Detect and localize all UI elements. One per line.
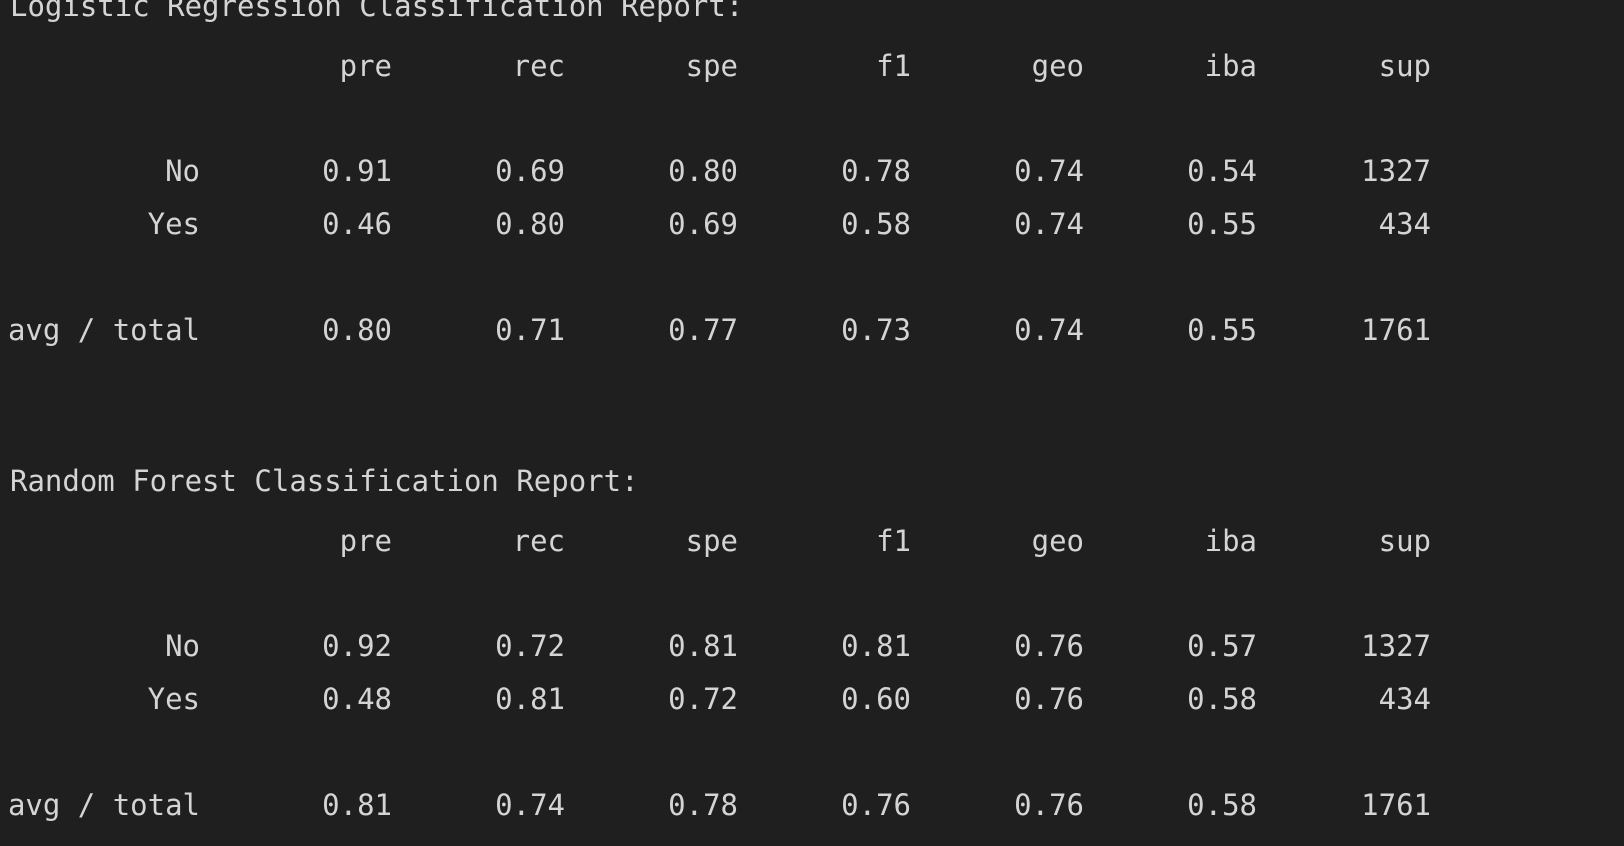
table-cell: 0.58 [1187,788,1257,822]
column-header-row: pre rec spe f1 geo iba sup [0,48,1624,84]
table-cell: 0.76 [841,788,911,822]
table-cell: 1327 [1361,629,1431,663]
table-cell: 0.81 [495,682,565,716]
column-header: f1 [876,49,911,83]
table-cell: 0.80 [495,207,565,241]
table-cell: 0.72 [668,682,738,716]
column-header: rec [512,49,565,83]
table-cell: 434 [1378,682,1431,716]
table-cell: 0.72 [495,629,565,663]
table-cell: 0.81 [322,788,392,822]
column-header: iba [1204,524,1257,558]
table-cell: 1327 [1361,154,1431,188]
table-cell: 0.58 [1187,682,1257,716]
table-row: avg / total 0.81 0.74 0.78 0.76 0.76 0.5… [0,787,1624,823]
column-header: pre [339,524,392,558]
table-row: No 0.91 0.69 0.80 0.78 0.74 0.54 1327 [0,153,1624,189]
table-cell: 434 [1378,207,1431,241]
column-header: spe [685,524,738,558]
table-cell: 0.54 [1187,154,1257,188]
table-cell: 0.73 [841,313,911,347]
table-cell: 0.76 [1014,682,1084,716]
table-cell: 0.74 [1014,154,1084,188]
report-title: Random Forest Classification Report: [10,464,639,498]
table-cell: 0.74 [495,788,565,822]
column-header: geo [1031,524,1084,558]
table-cell: 0.58 [841,207,911,241]
table-cell: 0.78 [841,154,911,188]
table-cell: 1761 [1361,788,1431,822]
column-header: sup [1378,524,1431,558]
table-row: Yes 0.48 0.81 0.72 0.60 0.76 0.58 434 [0,681,1624,717]
table-cell: 0.80 [322,313,392,347]
table-cell: 0.57 [1187,629,1257,663]
table-cell: 0.69 [495,154,565,188]
table-cell: 0.48 [322,682,392,716]
column-header: pre [339,49,392,83]
table-cell: 0.92 [322,629,392,663]
row-label: Yes [147,207,200,241]
column-header: rec [512,524,565,558]
table-cell: 0.78 [668,788,738,822]
column-header: spe [685,49,738,83]
table-cell: 0.74 [1014,207,1084,241]
row-label: No [165,629,200,663]
column-header-row: pre rec spe f1 geo iba sup [0,523,1624,559]
table-cell: 0.81 [668,629,738,663]
report-title: Logistic Regression Classification Repor… [10,0,744,23]
table-cell: 0.60 [841,682,911,716]
table-cell: 0.77 [668,313,738,347]
table-cell: 0.46 [322,207,392,241]
table-cell: 0.80 [668,154,738,188]
row-label: avg / total [7,313,200,347]
column-header: f1 [876,524,911,558]
column-header: iba [1204,49,1257,83]
table-cell: 0.91 [322,154,392,188]
row-label: No [165,154,200,188]
table-cell: 0.55 [1187,207,1257,241]
table-cell: 0.76 [1014,629,1084,663]
column-header: sup [1378,49,1431,83]
table-cell: 0.81 [841,629,911,663]
table-cell: 0.76 [1014,788,1084,822]
table-row: No 0.92 0.72 0.81 0.81 0.76 0.57 1327 [0,628,1624,664]
table-cell: 0.74 [1014,313,1084,347]
table-cell: 1761 [1361,313,1431,347]
column-header: geo [1031,49,1084,83]
table-row: avg / total 0.80 0.71 0.77 0.73 0.74 0.5… [0,312,1624,348]
table-cell: 0.69 [668,207,738,241]
table-cell: 0.71 [495,313,565,347]
table-row: Yes 0.46 0.80 0.69 0.58 0.74 0.55 434 [0,206,1624,242]
table-cell: 0.55 [1187,313,1257,347]
row-label: Yes [147,682,200,716]
row-label: avg / total [7,788,200,822]
